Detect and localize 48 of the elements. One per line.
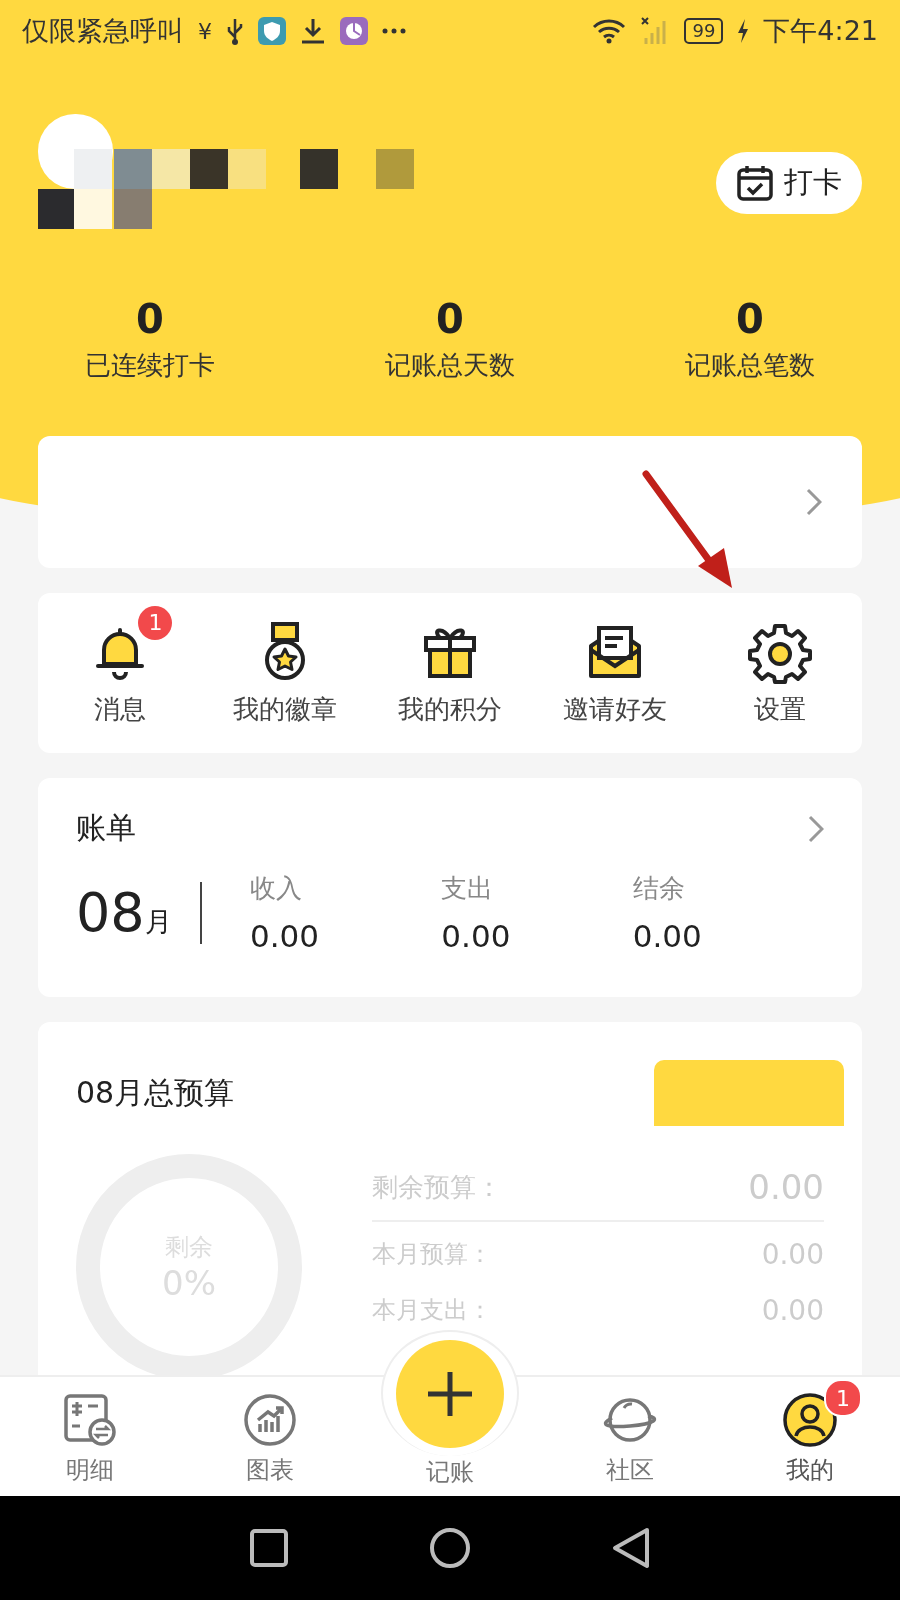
tab-item[interactable]: 我的 1 <box>720 1377 900 1498</box>
recent-apps-button[interactable] <box>249 1528 289 1568</box>
shortcut-item[interactable]: 邀请好友 <box>532 605 698 727</box>
amount-value: 0.00 <box>632 918 703 954</box>
tab-item[interactable]: 社区 <box>540 1377 720 1498</box>
shortcut-item[interactable]: 消息 1 <box>38 605 203 727</box>
amount-label: 结余 <box>632 872 686 905</box>
stat-value: 0 <box>136 296 164 342</box>
wifi-icon <box>592 18 627 44</box>
stat-label: 记账总天数 <box>385 349 515 382</box>
stat-value: 0 <box>436 296 464 342</box>
month-number: 08 <box>76 881 145 944</box>
yuan-icon: ¥ <box>198 18 212 44</box>
app-icon <box>340 17 368 45</box>
stat-label: 已连续打卡 <box>85 349 215 382</box>
month-unit: 月 <box>144 905 172 939</box>
amount-value: 0.00 <box>250 918 321 954</box>
clock: 下午4:21 <box>763 14 878 48</box>
shortcut-item[interactable]: 我的徽章 <box>202 605 368 727</box>
amount-label: 收入 <box>250 872 303 905</box>
check-in-button[interactable]: 打卡 <box>716 152 862 214</box>
notification-badge: 1 <box>824 1379 862 1417</box>
usb-icon <box>226 17 244 45</box>
add-icon <box>426 1370 474 1418</box>
shortcut-item[interactable]: 设置 <box>697 605 862 727</box>
status-text: 仅限紧急呼叫 <box>22 14 184 48</box>
ledger-icon <box>62 1392 118 1448</box>
stat-label: 记账总笔数 <box>685 349 815 382</box>
amount-label: 支出 <box>441 872 495 905</box>
chart-icon <box>242 1392 298 1448</box>
charging-icon <box>737 19 750 43</box>
more-icon <box>382 28 406 34</box>
tab-item[interactable]: 明细 <box>0 1377 180 1498</box>
download-icon <box>300 17 326 45</box>
chevron-right-icon <box>806 488 822 516</box>
amount-value: 0.00 <box>441 918 512 954</box>
card-title: 账单 <box>76 809 136 847</box>
notification-badge: 1 <box>138 605 173 640</box>
chevron-right-icon[interactable] <box>808 814 824 843</box>
calendar-icon <box>736 164 774 202</box>
back-button[interactable] <box>611 1527 651 1569</box>
shield-icon <box>258 17 286 45</box>
tab-item[interactable]: 图表 <box>180 1377 360 1498</box>
card-title: 08月总预算 <box>76 1073 235 1112</box>
stat-value: 0 <box>736 296 764 342</box>
shortcut-item[interactable]: 我的积分 <box>367 605 533 727</box>
home-button[interactable] <box>429 1527 471 1569</box>
battery-indicator: 99 <box>684 18 724 44</box>
